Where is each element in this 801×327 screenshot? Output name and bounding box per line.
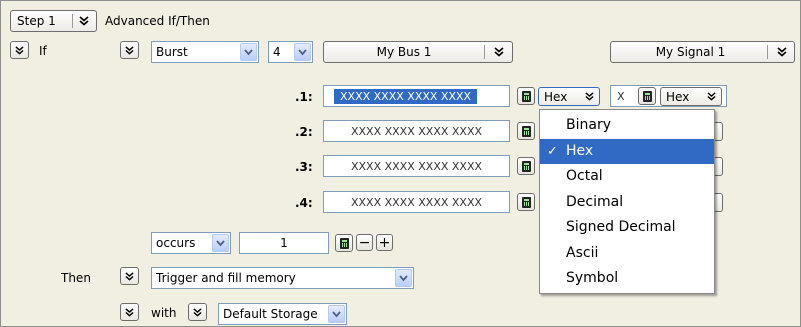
- menu-item-decimal[interactable]: Decimal: [540, 190, 714, 216]
- mode-select-value: Burst: [156, 45, 188, 59]
- double-chevron-down-icon: [777, 47, 787, 57]
- burst-3-value: XXXX XXXX XXXX XXXX: [350, 159, 483, 173]
- burst-4-label: .4:: [295, 196, 313, 210]
- action-select[interactable]: Trigger and fill memory: [151, 267, 414, 289]
- double-chevron-down-icon: [585, 92, 594, 101]
- double-chevron-down-icon: [193, 307, 202, 317]
- burst-4-calculator-button[interactable]: [517, 193, 535, 211]
- double-chevron-down-icon: [125, 307, 134, 317]
- menu-item-binary[interactable]: Binary: [540, 113, 714, 139]
- storage-chevron-button[interactable]: [188, 303, 207, 321]
- storage-select-value: Default Storage: [223, 307, 318, 321]
- calculator-icon: [521, 196, 531, 208]
- signal-label: My Signal 1: [655, 45, 726, 59]
- occurs-select[interactable]: occurs: [151, 232, 231, 254]
- minus-icon: −: [358, 234, 371, 251]
- signal-1-format-label: Hex: [666, 89, 690, 104]
- calculator-icon: [339, 237, 349, 249]
- storage-select[interactable]: Default Storage: [218, 303, 347, 325]
- decrement-button[interactable]: −: [356, 234, 373, 251]
- calculator-icon: [521, 125, 531, 137]
- calculator-icon: [521, 160, 531, 172]
- burst-1-format-label: Hex: [544, 89, 568, 104]
- burst-1-format-button[interactable]: Hex: [538, 87, 600, 106]
- step-title: Advanced If/Then: [105, 14, 210, 28]
- burst-2-calculator-button[interactable]: [517, 122, 535, 140]
- if-label: If: [39, 44, 47, 58]
- double-chevron-down-icon: [125, 271, 134, 281]
- double-chevron-down-icon: [707, 92, 716, 101]
- double-chevron-down-icon: [79, 16, 89, 26]
- signal-1-format-button[interactable]: Hex: [660, 87, 722, 106]
- dropdown-arrow-icon: [395, 269, 412, 287]
- menu-item-hex[interactable]: ✓ Hex: [540, 138, 714, 164]
- signal-1-value: X: [617, 89, 625, 103]
- with-chevron-button[interactable]: [120, 303, 139, 321]
- then-label: Then: [61, 271, 91, 285]
- burst-2-value-field[interactable]: XXXX XXXX XXXX XXXX: [323, 120, 510, 142]
- mode-chevron-button[interactable]: [120, 41, 139, 59]
- plus-icon: +: [378, 234, 391, 251]
- bus-label: My Bus 1: [376, 45, 432, 59]
- count-select-value: 4: [273, 45, 281, 59]
- dropdown-arrow-icon: [294, 43, 311, 61]
- burst-1-calculator-button[interactable]: [517, 87, 535, 105]
- calculator-icon: [521, 90, 531, 102]
- mode-select[interactable]: Burst: [151, 41, 259, 63]
- burst-1-value-field[interactable]: XXXX XXXX XXXX XXXX: [323, 85, 510, 107]
- burst-4-value: XXXX XXXX XXXX XXXX: [350, 195, 483, 209]
- calculator-icon: [642, 90, 652, 102]
- occurs-count-value: 1: [280, 236, 288, 250]
- burst-1-label: .1:: [295, 90, 313, 104]
- bus-selector-button[interactable]: My Bus 1: [323, 41, 513, 63]
- step-dropdown-button[interactable]: Step 1: [10, 10, 97, 32]
- occurs-select-value: occurs: [156, 236, 196, 250]
- burst-3-label: .3:: [295, 160, 313, 174]
- then-chevron-button[interactable]: [120, 267, 139, 285]
- menu-item-ascii[interactable]: Ascii: [540, 241, 714, 267]
- dropdown-arrow-icon: [240, 43, 257, 61]
- burst-2-value: XXXX XXXX XXXX XXXX: [350, 124, 483, 138]
- format-dropdown-menu: Binary ✓ Hex Octal Decimal Signed Decimal…: [539, 109, 715, 294]
- double-chevron-down-icon: [15, 45, 24, 55]
- occurs-count-field[interactable]: 1: [239, 232, 329, 254]
- burst-1-value: XXXX XXXX XXXX XXXX: [334, 88, 478, 104]
- menu-item-signed-decimal[interactable]: Signed Decimal: [540, 215, 714, 241]
- dropdown-arrow-icon: [212, 234, 229, 252]
- double-chevron-down-icon: [125, 45, 134, 55]
- burst-3-value-field[interactable]: XXXX XXXX XXXX XXXX: [323, 155, 510, 177]
- signal-1-calculator-button[interactable]: [638, 87, 656, 105]
- action-select-value: Trigger and fill memory: [156, 271, 296, 285]
- menu-item-symbol[interactable]: Symbol: [540, 266, 714, 292]
- burst-3-calculator-button[interactable]: [517, 157, 535, 175]
- increment-button[interactable]: +: [376, 234, 393, 251]
- burst-2-label: .2:: [295, 125, 313, 139]
- if-collapse-button[interactable]: [10, 41, 29, 59]
- double-chevron-down-icon: [494, 47, 504, 57]
- count-select[interactable]: 4: [268, 41, 313, 63]
- signal-selector-button[interactable]: My Signal 1: [610, 41, 795, 63]
- trigger-panel: Step 1 Advanced If/Then If Burst 4 My Bu…: [0, 0, 801, 327]
- menu-item-octal[interactable]: Octal: [540, 164, 714, 190]
- burst-4-value-field[interactable]: XXXX XXXX XXXX XXXX: [323, 191, 510, 213]
- checkmark-icon: ✓: [547, 143, 558, 159]
- with-label: with: [151, 306, 177, 320]
- step-label: Step 1: [17, 14, 56, 28]
- occurs-calculator-button[interactable]: [335, 234, 353, 252]
- dropdown-arrow-icon: [328, 305, 345, 323]
